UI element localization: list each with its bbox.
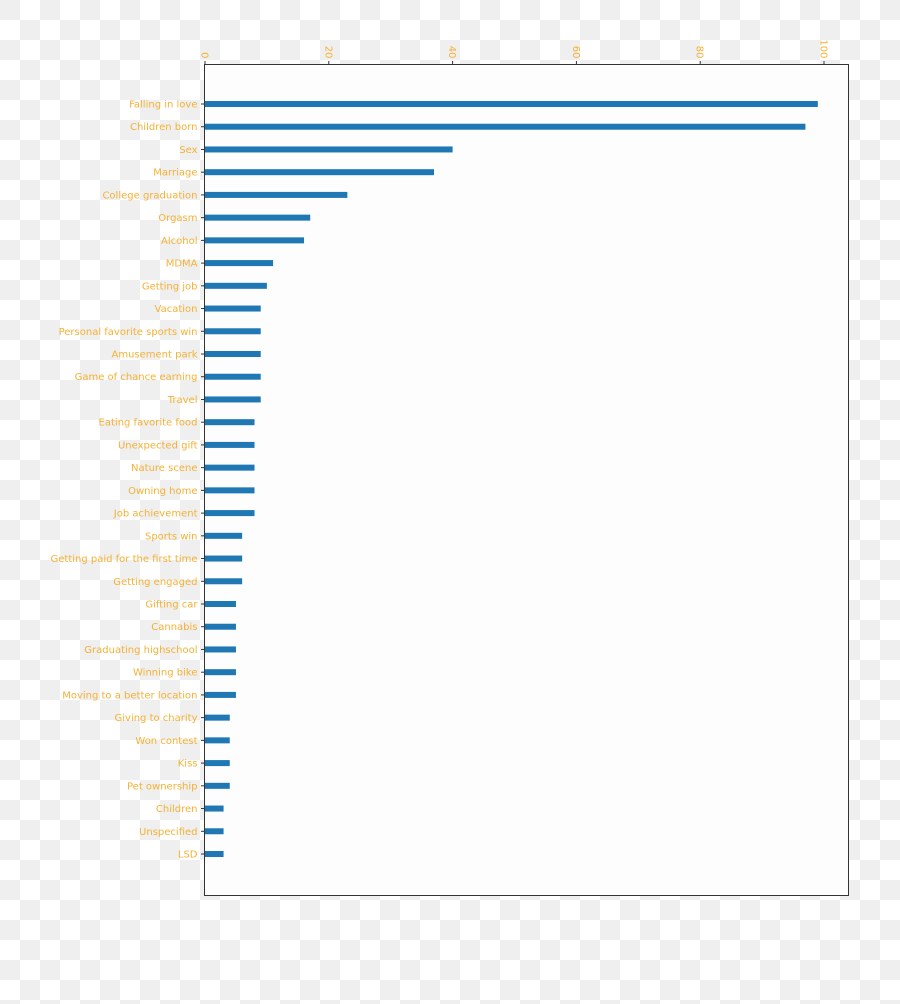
bar — [205, 146, 453, 153]
y-tick-label: Getting job — [142, 281, 198, 292]
y-tick-label: MDMA — [166, 259, 198, 270]
y-tick-label: Orgasm — [158, 213, 197, 224]
y-tick-label: Unexpected gift — [118, 440, 198, 451]
bar — [205, 669, 236, 676]
bar — [205, 419, 255, 426]
y-tick-label: Getting paid for the first time — [51, 554, 198, 565]
y-tick-label: Sports win — [145, 531, 198, 542]
x-axis-ticks: 0 20 40 60 80 100 — [199, 39, 829, 65]
bar — [205, 555, 243, 562]
y-tick-label: Getting engaged — [113, 577, 197, 588]
y-tick-label: College graduation — [102, 190, 197, 201]
bar — [205, 851, 224, 857]
y-tick-label: LSD — [178, 850, 198, 861]
bar — [205, 805, 224, 812]
y-tick-label: Won contest — [135, 736, 197, 747]
y-tick-label: Eating favorite food — [99, 418, 198, 429]
y-tick-label: Sex — [179, 145, 197, 156]
y-tick-label: Giving to charity — [115, 713, 198, 724]
y-tick-label: Kiss — [178, 759, 198, 770]
y-tick-label: Amusement park — [112, 350, 198, 361]
y-tick-label: Game of chance earning — [75, 372, 198, 383]
bar — [205, 305, 261, 312]
bar — [205, 282, 267, 289]
bar — [205, 646, 236, 653]
bar — [205, 601, 236, 607]
bar-chart: Falling in love Children born Sex Marriage C… — [51, 39, 849, 896]
y-tick-label: Alcohol — [161, 236, 197, 247]
bar — [205, 532, 243, 539]
bar — [205, 169, 435, 176]
y-tick-label: Personal favorite sports win — [59, 327, 198, 338]
bar — [205, 351, 261, 357]
bar — [205, 714, 230, 721]
y-tick-label: Winning bike — [133, 668, 197, 679]
bar — [205, 578, 243, 585]
axes-background — [204, 64, 849, 896]
x-tick-label: 20 — [322, 46, 333, 59]
y-tick-label: Job achievement — [113, 509, 198, 520]
bar — [205, 487, 255, 494]
bar — [205, 328, 261, 335]
bar — [205, 260, 274, 267]
y-tick-label: Travel — [167, 395, 198, 406]
bar — [205, 464, 255, 471]
bar — [205, 373, 261, 380]
y-tick-label: Falling in love — [129, 100, 197, 111]
y-tick-label: Cannabis — [151, 622, 197, 633]
bar — [205, 101, 818, 107]
x-tick-label: 40 — [446, 46, 457, 59]
x-tick-label: 0 — [199, 52, 210, 58]
bar — [205, 396, 261, 403]
y-tick-label: Gifting car — [145, 600, 198, 611]
bar — [205, 191, 348, 198]
bar — [205, 510, 255, 517]
x-tick-label: 80 — [694, 46, 705, 59]
bar — [205, 237, 305, 244]
y-tick-label: Children born — [130, 122, 198, 133]
y-tick-label: Graduating highschool — [84, 645, 197, 656]
bar — [205, 123, 806, 130]
bar — [205, 441, 255, 448]
y-tick-label: Nature scene — [131, 463, 197, 474]
y-tick-label: Children — [156, 804, 198, 815]
x-tick-label: 100 — [818, 39, 829, 58]
y-tick-label: Unspecified — [139, 827, 197, 838]
x-tick-label: 60 — [570, 46, 581, 59]
y-tick-label: Moving to a better location — [62, 690, 197, 701]
bar — [205, 691, 236, 698]
y-axis-ticks: Falling in love Children born Sex Marriage C… — [51, 100, 205, 861]
bar — [205, 760, 230, 767]
y-tick-label: Marriage — [153, 168, 197, 179]
bar — [205, 737, 230, 744]
bar — [205, 782, 230, 789]
bar — [205, 828, 224, 835]
y-tick-label: Pet ownership — [127, 781, 198, 792]
bar — [205, 214, 311, 221]
y-tick-label: Owning home — [128, 486, 197, 497]
y-tick-label: Vacation — [155, 304, 198, 315]
bar — [205, 623, 236, 630]
